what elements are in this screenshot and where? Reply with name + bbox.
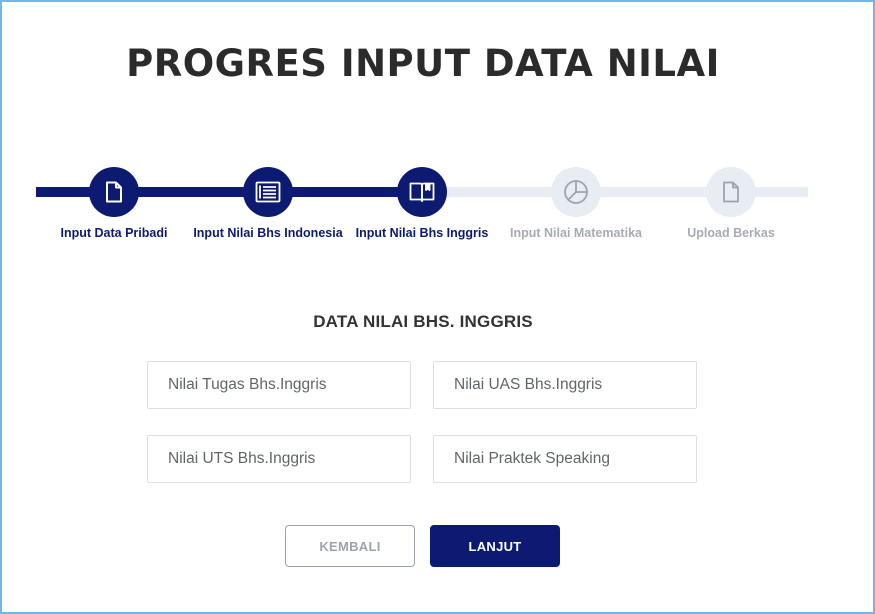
step-label: Input Nilai Bhs Indonesia (193, 226, 343, 240)
file-icon (721, 181, 741, 203)
step-circle (89, 167, 139, 217)
page-title: PROGRES INPUT DATA NILAI (126, 42, 720, 85)
pie-chart-icon (563, 179, 589, 205)
section-title: DATA NILAI BHS. INGGRIS (313, 312, 533, 331)
step-label: Input Nilai Bhs Inggris (355, 226, 489, 240)
step-input-nilai-bhs-indonesia[interactable]: Input Nilai Bhs Indonesia (183, 167, 353, 240)
step-input-nilai-bhs-inggris[interactable]: Input Nilai Bhs Inggris (337, 167, 507, 240)
step-circle (243, 167, 293, 217)
nilai-uas-field[interactable] (433, 361, 697, 409)
document-icon (104, 181, 124, 203)
nilai-tugas-field[interactable] (147, 361, 411, 409)
nilai-uts-field[interactable] (147, 435, 411, 483)
back-button[interactable]: KEMBALI (285, 525, 415, 567)
app-frame: PROGRES INPUT DATA NILAI Input Data Prib… (0, 0, 875, 614)
step-circle (706, 167, 756, 217)
step-input-nilai-matematika[interactable]: Input Nilai Matematika (491, 167, 661, 240)
step-label: Input Data Pribadi (60, 226, 168, 240)
nilai-praktek-speaking-field[interactable] (433, 435, 697, 483)
step-upload-berkas[interactable]: Upload Berkas (646, 167, 816, 240)
step-label: Input Nilai Matematika (510, 226, 642, 240)
step-circle (551, 167, 601, 217)
step-input-data-pribadi[interactable]: Input Data Pribadi (29, 167, 199, 240)
step-circle (397, 167, 447, 217)
list-document-icon (255, 181, 281, 203)
book-icon (409, 181, 435, 203)
step-label: Upload Berkas (687, 226, 775, 240)
next-button[interactable]: LANJUT (430, 525, 560, 567)
